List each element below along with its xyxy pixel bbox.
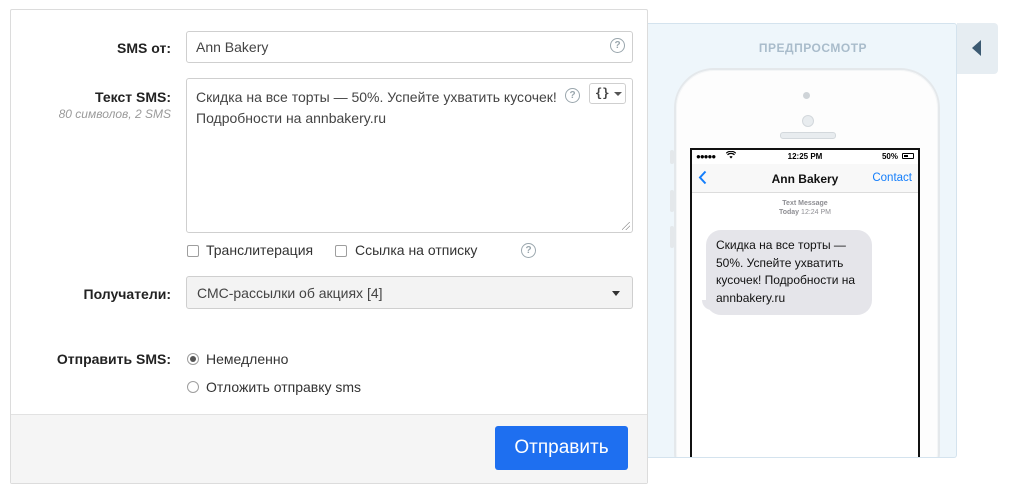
preview-panel: ПРЕДПРОСМОТР ●●●●● 12:25 PM 50% Ann Bake…: [630, 23, 957, 458]
collapse-preview-button[interactable]: [957, 23, 998, 74]
braces-icon: {}: [595, 86, 610, 100]
message-time: 12:24 PM: [801, 209, 832, 216]
battery-percent: 50%: [881, 152, 898, 161]
send-now-radio[interactable]: [187, 353, 199, 365]
phone-status-bar: ●●●●● 12:25 PM 50%: [692, 150, 918, 164]
recipients-select[interactable]: СМС-рассылки об акциях [4]: [186, 276, 633, 309]
phone-mockup: ●●●●● 12:25 PM 50% Ann Bakery Contact Te…: [670, 68, 940, 457]
message-meta: Text Message Today 12:24 PM: [692, 199, 918, 217]
schedule-radio[interactable]: [187, 381, 199, 393]
sms-form: SMS от: ? Текст SMS: 80 символов, 2 SMS …: [10, 9, 648, 484]
recipients-value: СМС-рассылки об акциях [4]: [197, 285, 383, 301]
phone-side-button: [670, 150, 674, 164]
sender-input[interactable]: [186, 31, 633, 63]
help-icon[interactable]: ?: [610, 38, 625, 53]
sms-text-line: Скидка на все торты — 50%. Успейте ухват…: [196, 89, 557, 105]
phone-contact-button: Contact: [872, 172, 912, 184]
form-footer: Отправить: [11, 414, 647, 483]
message-day: Today: [778, 209, 800, 216]
sms-text-value: Скидка на все торты — 50%. Успейте ухват…: [196, 87, 566, 129]
message-bubble: Скидка на все торты — 50%. Успейте ухват…: [706, 230, 872, 315]
battery-fill: [904, 155, 908, 157]
send-time-label: Отправить SMS:: [56, 351, 171, 367]
phone-nav-bar: Ann Bakery Contact: [692, 164, 918, 193]
transliteration-checkbox[interactable]: [187, 245, 199, 257]
sms-text-line: Подробности на annbakery.ru: [196, 110, 387, 126]
message-type: Text Message: [782, 200, 828, 207]
recipients-label: Получатели:: [83, 286, 171, 302]
help-icon[interactable]: ?: [565, 88, 580, 103]
sms-text-label: Текст SMS:: [95, 89, 171, 105]
send-button[interactable]: Отправить: [495, 426, 628, 470]
send-now-label[interactable]: Немедленно: [206, 351, 288, 367]
phone-side-button: [670, 226, 674, 248]
sms-counter: 80 символов, 2 SMS: [58, 107, 171, 121]
unsubscribe-link-checkbox[interactable]: [335, 245, 347, 257]
schedule-label[interactable]: Отложить отправку sms: [206, 379, 361, 395]
insert-variable-button[interactable]: {}: [589, 83, 626, 104]
chevron-down-icon: [614, 92, 622, 96]
help-icon[interactable]: ?: [521, 243, 536, 258]
preview-title: ПРЕДПРОСМОТР: [758, 41, 868, 55]
phone-screen: ●●●●● 12:25 PM 50% Ann Bakery Contact Te…: [690, 148, 920, 457]
resize-grip-icon[interactable]: [622, 222, 630, 230]
unsubscribe-link-label[interactable]: Ссылка на отписку: [355, 242, 477, 258]
phone-speaker-dot: [803, 92, 810, 99]
transliteration-label[interactable]: Транслитерация: [206, 242, 313, 258]
battery-icon: [902, 153, 914, 159]
phone-camera: [802, 115, 814, 127]
sms-text-field[interactable]: Скидка на все торты — 50%. Успейте ухват…: [186, 78, 633, 233]
phone-side-button: [670, 190, 674, 212]
sender-label: SMS от:: [117, 40, 171, 56]
arrow-left-icon: [972, 40, 981, 56]
phone-earpiece: [780, 132, 836, 139]
chevron-down-icon: [612, 291, 620, 296]
